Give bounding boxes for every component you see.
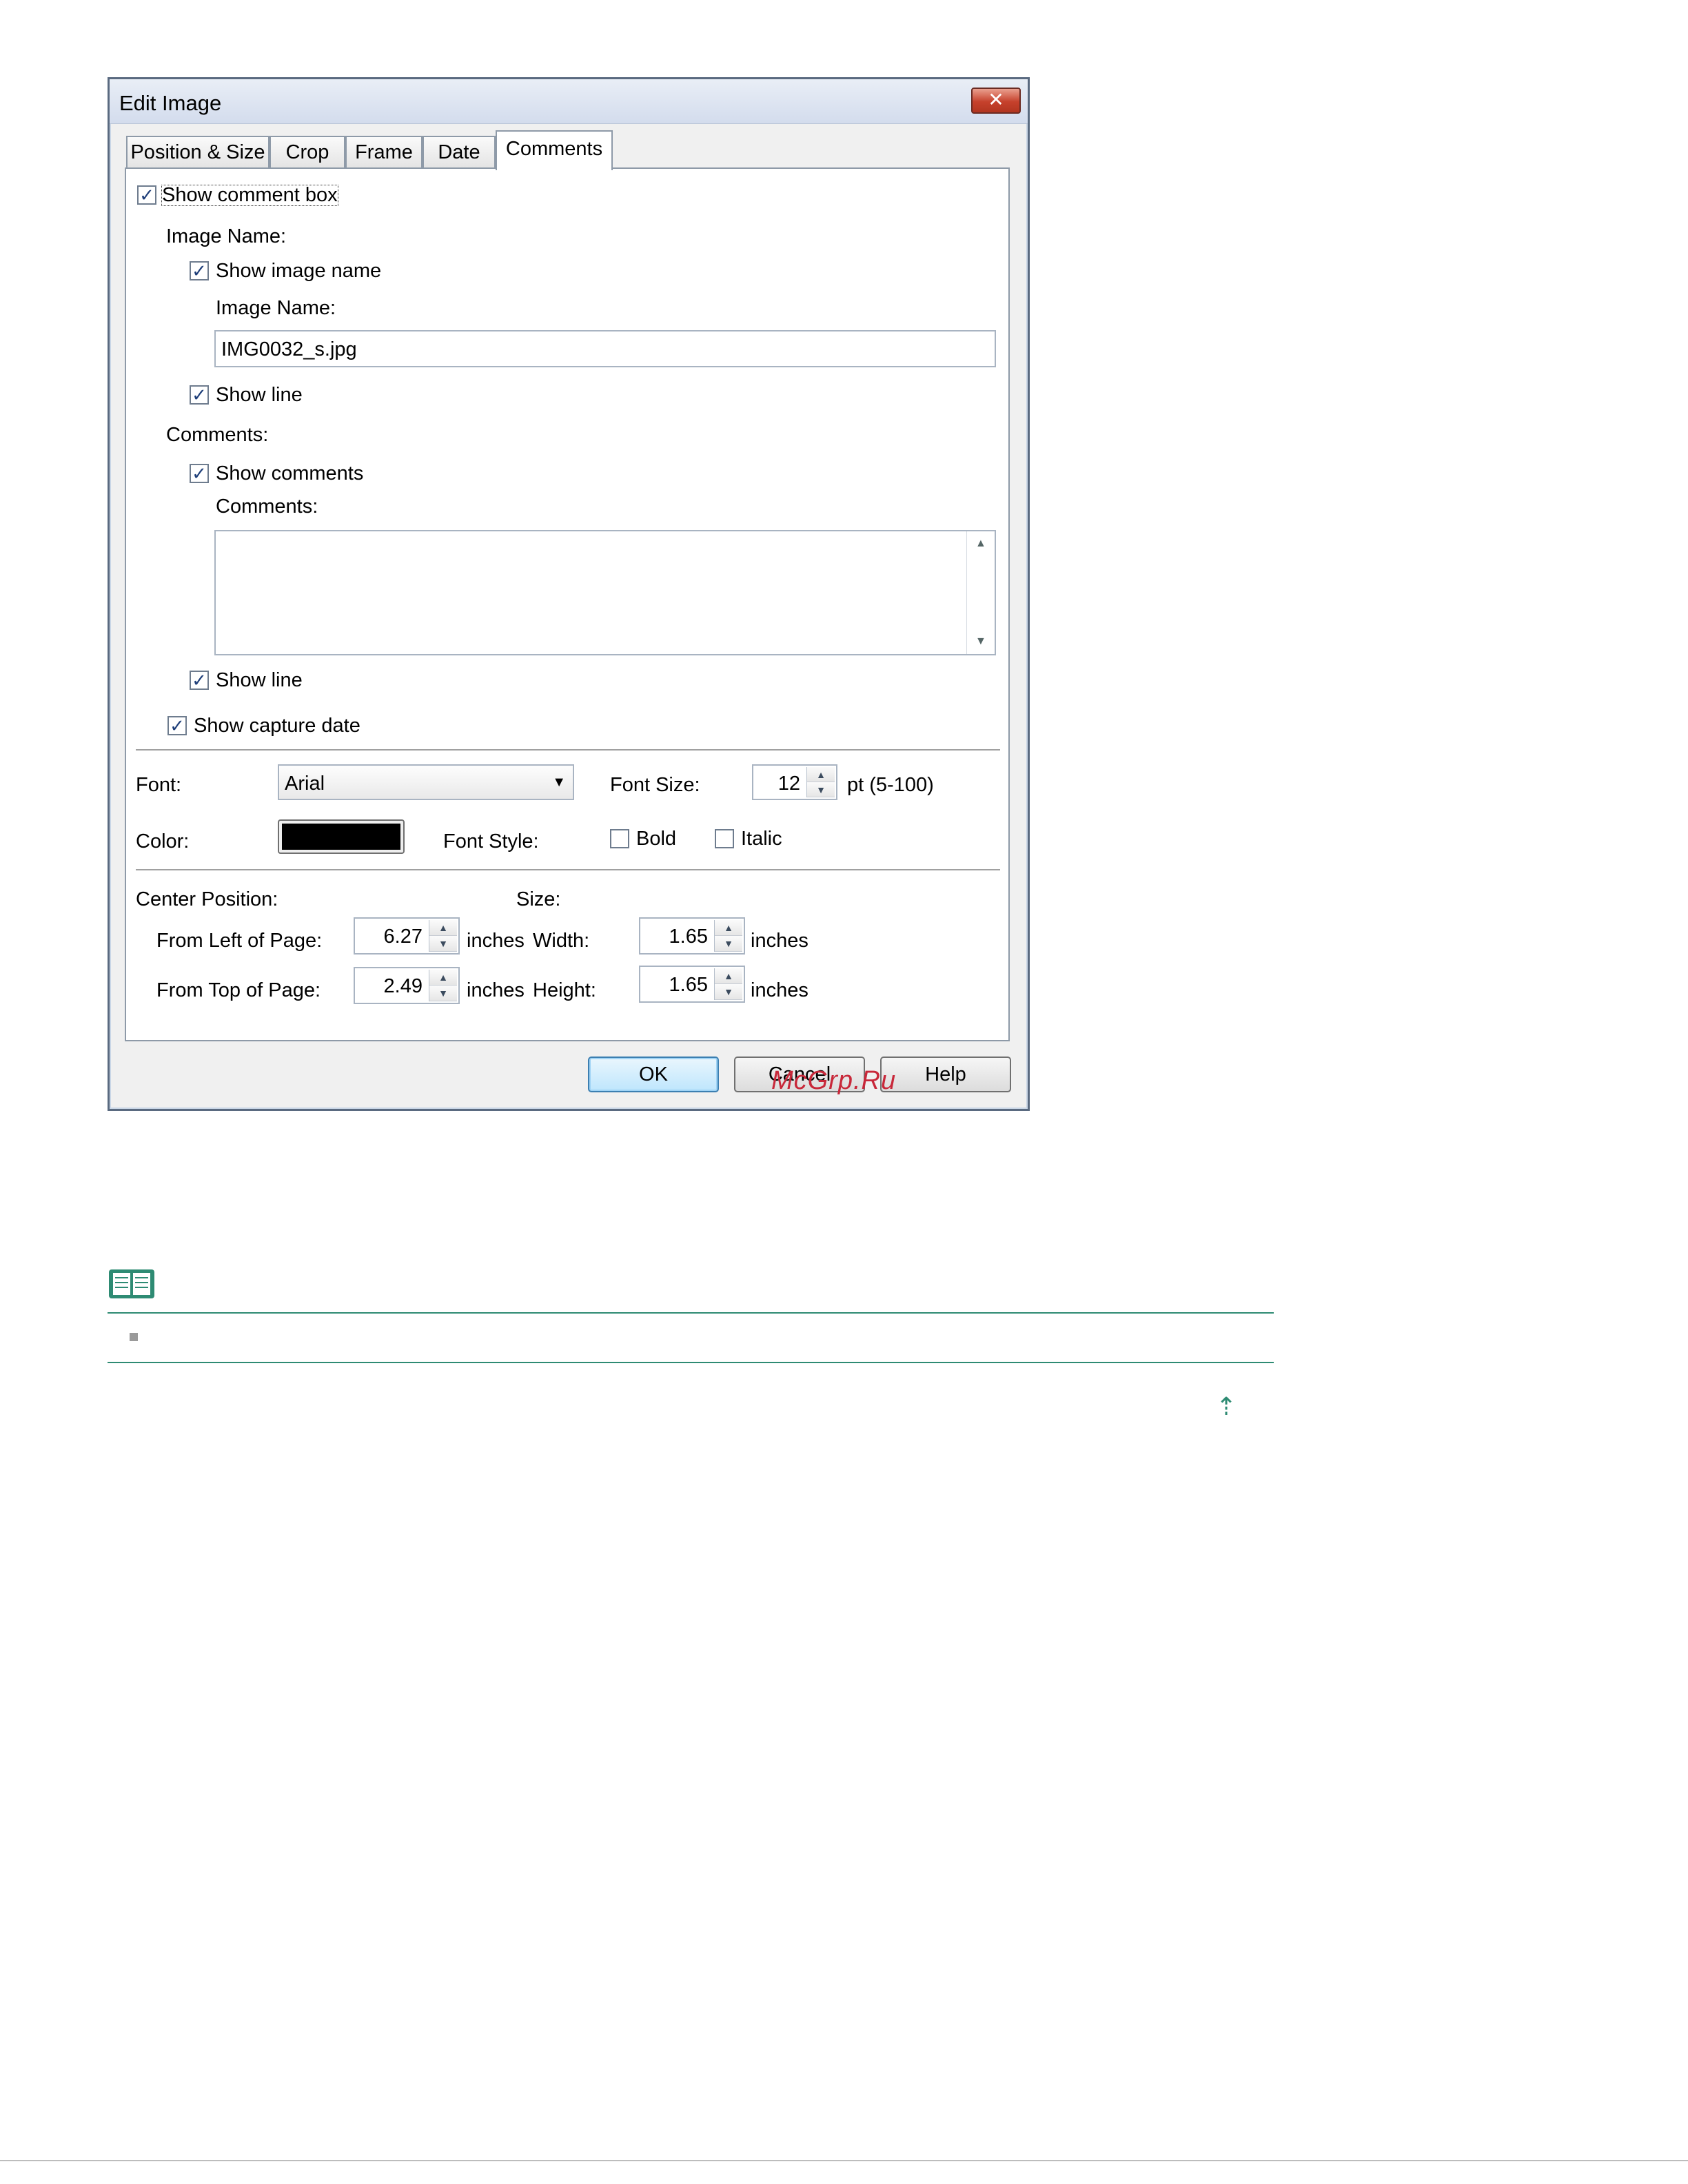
bullet-icon [130, 1333, 138, 1341]
show-capture-date-label: Show capture date [194, 715, 360, 737]
font-style-label: Font Style: [443, 830, 539, 853]
italic-label: Italic [741, 828, 782, 850]
checkmark-icon: ✓ [192, 463, 207, 484]
title-bar: Edit Image ✕ [110, 79, 1028, 124]
spin-up-icon[interactable]: ▲ [429, 970, 457, 986]
from-left-label: From Left of Page: [156, 930, 323, 952]
image-name-input[interactable]: IMG0032_s.jpg [214, 330, 996, 367]
from-top-unit: inches [467, 979, 525, 1001]
window-title: Edit Image [119, 91, 222, 115]
tab-position-size[interactable]: Position & Size [126, 136, 270, 167]
spin-up-icon[interactable]: ▲ [715, 920, 742, 936]
height-stepper[interactable]: 1.65 ▲ ▼ [639, 966, 745, 1003]
font-size-label: Font Size: [610, 774, 700, 796]
image-name-section-label: Image Name: [166, 225, 287, 247]
tab-comments[interactable]: Comments [496, 130, 613, 170]
comments-scrollbar[interactable]: ▲ ▼ [966, 531, 995, 654]
width-unit: inches [751, 930, 809, 952]
height-unit: inches [751, 979, 809, 1001]
from-top-stepper[interactable]: 2.49 ▲ ▼ [354, 967, 460, 1004]
spin-up-icon[interactable]: ▲ [807, 767, 835, 782]
comments-textarea[interactable]: ▲ ▼ [214, 530, 996, 655]
spin-up-icon[interactable]: ▲ [429, 920, 457, 936]
color-label: Color: [136, 830, 190, 853]
dropdown-arrow-icon: ▼ [552, 775, 566, 790]
show-image-name-checkbox[interactable]: ✓ [190, 261, 209, 280]
checkmark-icon: ✓ [192, 670, 207, 691]
spin-down-icon[interactable]: ▼ [715, 984, 742, 1000]
divider [136, 749, 1000, 751]
note-bottom-rule [108, 1362, 1274, 1363]
back-to-top-icon[interactable]: ⇡ [1216, 1392, 1237, 1421]
width-stepper[interactable]: 1.65 ▲ ▼ [639, 917, 745, 955]
comments-field-label: Comments: [216, 496, 318, 518]
font-select[interactable]: Arial ▼ [278, 764, 574, 800]
size-label: Size: [516, 888, 561, 910]
width-label: Width: [533, 930, 590, 952]
image-name-show-line-checkbox[interactable]: ✓ [190, 385, 209, 405]
scroll-down-icon[interactable]: ▼ [975, 636, 986, 647]
comments-panel: ✓ Show comment box Image Name: ✓ Show im… [125, 167, 1010, 1041]
font-label: Font: [136, 774, 182, 796]
height-label: Height: [533, 979, 596, 1001]
show-capture-date-checkbox[interactable]: ✓ [167, 716, 187, 735]
close-icon: ✕ [988, 89, 1004, 110]
show-comments-label: Show comments [216, 462, 364, 484]
comments-show-line-checkbox[interactable]: ✓ [190, 671, 209, 690]
show-comment-box-label: Show comment box [161, 184, 338, 206]
from-top-label: From Top of Page: [156, 979, 321, 1001]
scroll-up-icon[interactable]: ▲ [975, 538, 986, 549]
note-top-rule [108, 1312, 1274, 1314]
close-button[interactable]: ✕ [971, 88, 1021, 114]
tab-date[interactable]: Date [423, 136, 496, 167]
checkmark-icon: ✓ [170, 715, 185, 736]
show-comment-box-checkbox[interactable]: ✓ [137, 185, 156, 205]
tab-frame[interactable]: Frame [345, 136, 423, 167]
spin-down-icon[interactable]: ▼ [429, 936, 457, 952]
spin-down-icon[interactable]: ▼ [715, 936, 742, 952]
from-left-unit: inches [467, 930, 525, 952]
book-note-icon [108, 1267, 156, 1301]
comments-show-line-label: Show line [216, 669, 303, 691]
image-name-field-label: Image Name: [216, 297, 336, 319]
color-swatch-button[interactable] [278, 819, 405, 854]
tab-crop[interactable]: Crop [270, 136, 345, 167]
help-button[interactable]: Help [880, 1057, 1011, 1092]
watermark: McGrp.Ru [771, 1066, 897, 1095]
spin-down-icon[interactable]: ▼ [807, 782, 835, 797]
italic-checkbox[interactable] [715, 829, 734, 848]
from-left-stepper[interactable]: 6.27 ▲ ▼ [354, 917, 460, 955]
show-comments-checkbox[interactable]: ✓ [190, 464, 209, 483]
font-size-range-label: pt (5-100) [847, 774, 934, 796]
comments-section-label: Comments: [166, 424, 269, 446]
checkmark-icon: ✓ [192, 385, 207, 405]
page-footer-rule [0, 2160, 1688, 2161]
spin-down-icon[interactable]: ▼ [429, 986, 457, 1001]
ok-button[interactable]: OK [588, 1057, 719, 1092]
bold-checkbox[interactable] [610, 829, 629, 848]
center-position-label: Center Position: [136, 888, 278, 910]
image-name-show-line-label: Show line [216, 384, 303, 406]
spin-up-icon[interactable]: ▲ [715, 968, 742, 984]
font-size-stepper[interactable]: 12 ▲ ▼ [752, 764, 837, 800]
checkmark-icon: ✓ [139, 185, 154, 205]
bold-label: Bold [636, 828, 677, 850]
divider [136, 869, 1000, 871]
color-swatch [282, 824, 400, 850]
checkmark-icon: ✓ [192, 261, 207, 281]
edit-image-dialog: Edit Image ✕ Position & Size Crop Frame … [108, 77, 1030, 1111]
show-image-name-label: Show image name [216, 260, 382, 282]
